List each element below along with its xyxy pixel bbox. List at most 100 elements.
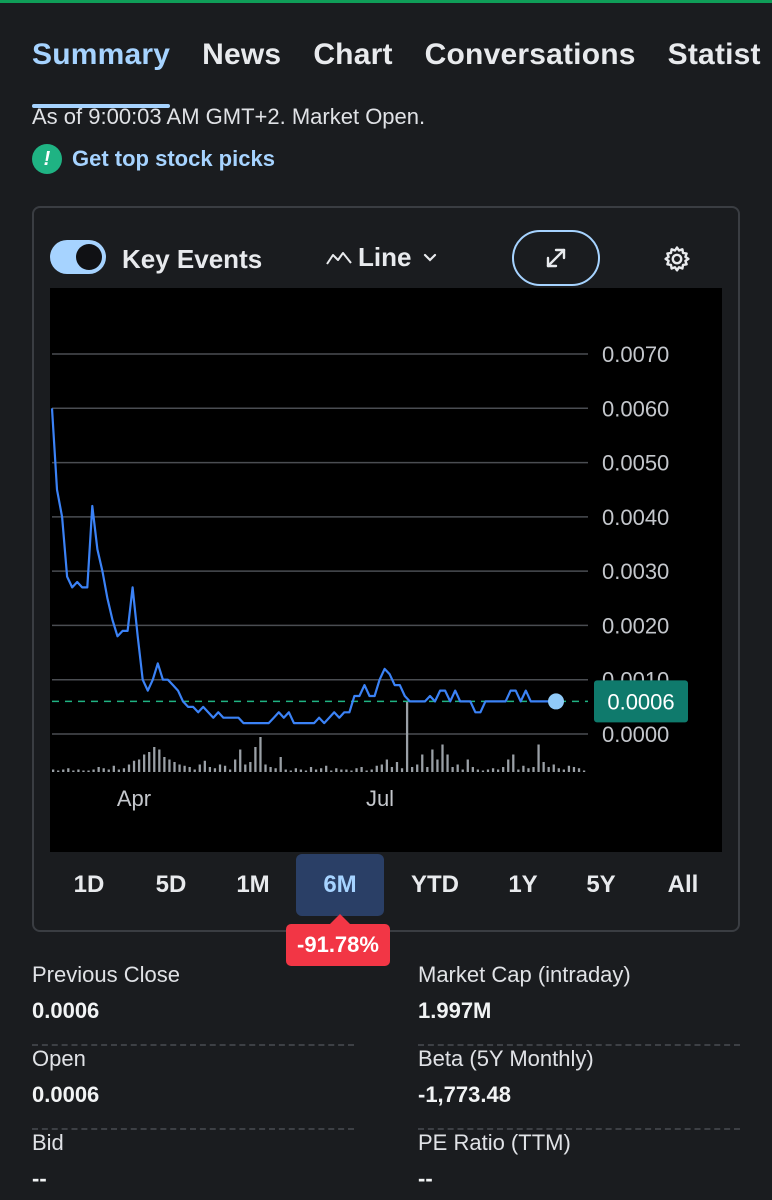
volume-bar <box>57 770 60 772</box>
volume-bar <box>244 764 247 772</box>
volume-bar <box>547 767 550 772</box>
volume-bar <box>284 769 287 772</box>
tab-summary[interactable]: Summary <box>32 38 171 108</box>
price-chart-svg: 0.0070 0.0060 0.0050 0.0040 0.0030 0.0020 0.00… <box>50 342 688 811</box>
volume-bar <box>385 759 389 772</box>
volume-bar <box>537 744 540 772</box>
volume-bar <box>127 764 131 772</box>
volume-bar <box>411 767 414 772</box>
range-all[interactable]: All <box>642 854 724 916</box>
range-1d[interactable]: 1D <box>50 854 128 916</box>
chart-card: Key Events Line 0.0070 0.0060 0.0050 0.0040… <box>32 206 740 932</box>
volume-bar <box>416 764 419 772</box>
line-chart-icon <box>326 251 352 265</box>
toggle-knob <box>76 244 102 270</box>
volume-bar <box>395 762 399 772</box>
range-6m[interactable]: 6M <box>296 854 384 916</box>
volume-bar <box>92 769 95 772</box>
range-1y[interactable]: 1Y <box>484 854 562 916</box>
volume-bar <box>350 770 353 772</box>
current-price-dot <box>548 693 564 710</box>
volume-bar <box>512 754 515 772</box>
stat-bid: Bid -- <box>32 1130 354 1200</box>
stat-label: PE Ratio (TTM) <box>418 1130 571 1155</box>
stat-label: Open <box>32 1046 86 1071</box>
tab-statistics[interactable]: Statist <box>668 38 761 92</box>
volume-bar <box>112 765 115 772</box>
volume-bar <box>143 754 146 772</box>
chart-type-select[interactable]: Line <box>326 242 443 273</box>
x-tick-label: Apr <box>117 786 151 811</box>
volume-bar <box>279 757 282 772</box>
volume-bar <box>507 759 510 772</box>
stat-label: Previous Close <box>32 962 180 987</box>
volume-bar <box>456 764 459 772</box>
volume-bar <box>77 769 80 772</box>
volume-bar <box>269 767 272 772</box>
range-1m[interactable]: 1M <box>214 854 292 916</box>
tab-news[interactable]: News <box>202 38 281 92</box>
volume-bar <box>62 769 65 772</box>
volume-bar <box>476 769 480 772</box>
stat-value: -- <box>418 1166 433 1191</box>
y-tick-label: 0.0040 <box>602 505 669 530</box>
volume-bar <box>461 769 464 772</box>
volume-bar <box>481 770 485 772</box>
volume-bar <box>400 768 404 772</box>
range-ytd[interactable]: YTD <box>392 854 478 916</box>
volume-bar <box>82 770 85 772</box>
volume-bar <box>405 702 409 772</box>
volume-bar <box>360 767 363 772</box>
range-5y[interactable]: 5Y <box>562 854 640 916</box>
volume-bar <box>446 754 449 772</box>
volume-bar <box>355 768 358 772</box>
volume-bar <box>294 768 297 772</box>
tab-conversations[interactable]: Conversations <box>425 38 636 92</box>
volume-bar <box>158 749 161 772</box>
volume-bar <box>527 768 530 772</box>
period-change-badge: -91.78% <box>286 914 390 966</box>
range-5d[interactable]: 5D <box>132 854 210 916</box>
top-stock-picks-link[interactable]: ! Get top stock picks <box>32 144 275 174</box>
volume-bar <box>496 769 500 772</box>
x-tick-label: Jul <box>366 786 394 811</box>
volume-bar <box>421 754 424 772</box>
volume-bar <box>380 764 383 772</box>
top-stock-picks-label: Get top stock picks <box>72 146 275 171</box>
current-price-label: 0.0006 <box>607 689 674 714</box>
volume-bar <box>370 769 373 772</box>
stat-value: 0.0006 <box>32 998 100 1023</box>
chevron-down-icon <box>424 253 437 262</box>
volume-bar <box>153 747 156 772</box>
y-tick-label: 0.0020 <box>602 613 669 638</box>
volume-bar <box>208 767 212 772</box>
volume-bar <box>532 767 535 772</box>
stat-value: 0.0006 <box>32 1082 100 1107</box>
volume-bar <box>249 762 252 772</box>
volume-bar <box>173 762 176 772</box>
gear-icon[interactable] <box>662 244 692 274</box>
volume-bar <box>330 770 333 772</box>
volume-bar <box>486 769 490 772</box>
volume-bar <box>213 768 217 772</box>
volume-bar <box>451 767 454 772</box>
key-events-toggle[interactable] <box>50 240 106 274</box>
market-status-text: As of 9:00:03 AM GMT+2. Market Open. <box>32 104 426 129</box>
volume-bar <box>274 768 277 772</box>
expand-icon <box>546 248 566 268</box>
quote-tabs: Summary News Chart Conversations Statist <box>32 38 772 108</box>
y-tick-label: 0.0050 <box>602 451 669 476</box>
volume-bar <box>582 770 586 772</box>
fullscreen-chart-button[interactable] <box>512 230 600 286</box>
stat-market-cap: Market Cap (intraday) 1.997M <box>418 962 740 1046</box>
stat-label: Beta (5Y Monthly) <box>418 1046 594 1071</box>
stat-value: 1.997M <box>418 998 492 1023</box>
volume-bar <box>577 768 581 772</box>
y-tick-label: 0.0030 <box>602 559 669 584</box>
tab-chart[interactable]: Chart <box>313 38 392 92</box>
time-range-selector: 1D 5D 1M 6M YTD 1Y 5Y All <box>34 852 738 916</box>
volume-bar <box>491 768 495 772</box>
volume-bar <box>168 759 171 772</box>
price-chart[interactable]: 0.0070 0.0060 0.0050 0.0040 0.0030 0.0020 0.00… <box>50 288 722 852</box>
volume-bar <box>97 767 100 772</box>
